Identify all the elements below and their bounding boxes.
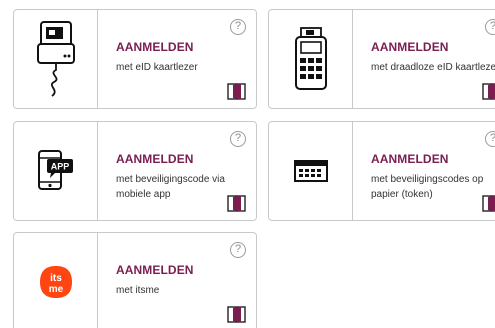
app-badge-text: APP <box>50 162 69 172</box>
login-wireless-card-reader-card[interactable]: AANMELDEN met draadloze eID kaartlezer ? <box>268 9 495 109</box>
icon-area <box>269 10 353 108</box>
login-door-icon <box>227 195 246 212</box>
login-door-icon <box>227 306 246 323</box>
card-title: AANMELDEN <box>371 152 449 166</box>
paper-token-icon <box>293 160 328 182</box>
help-button[interactable]: ? <box>230 19 246 35</box>
icon-area <box>14 10 98 108</box>
svg-text:its: its <box>50 273 62 284</box>
card-subtitle: met draadloze eID kaartlezer <box>371 62 495 73</box>
login-mobile-app-card[interactable]: APP AANMELDEN met beveiligingscode via m… <box>13 121 257 221</box>
card-title: AANMELDEN <box>116 152 194 166</box>
card-subtitle: met eID kaartlezer <box>116 62 198 73</box>
eid-card-reader-icon <box>36 21 75 97</box>
card-title: AANMELDEN <box>371 40 449 54</box>
login-options-page: AANMELDEN met eID kaartlezer ? AANMELDEN… <box>0 0 495 328</box>
itsme-logo-icon: its me <box>39 266 72 298</box>
help-button[interactable]: ? <box>485 19 495 35</box>
card-title: AANMELDEN <box>116 40 194 54</box>
login-eid-card-reader-card[interactable]: AANMELDEN met eID kaartlezer ? <box>13 9 257 109</box>
login-door-icon <box>482 83 495 100</box>
card-subtitle: met itsme <box>116 285 160 296</box>
help-button[interactable]: ? <box>485 131 495 147</box>
svg-text:me: me <box>48 284 63 295</box>
icon-area: its me <box>14 233 98 328</box>
login-paper-token-card[interactable]: AANMELDEN met beveiligingscodes op papie… <box>268 121 495 221</box>
help-button[interactable]: ? <box>230 242 246 258</box>
mobile-app-icon: APP <box>37 150 73 190</box>
login-itsme-card[interactable]: its me AANMELDEN met itsme ? <box>13 232 257 328</box>
icon-area: APP <box>14 122 98 220</box>
icon-area <box>269 122 353 220</box>
card-title: AANMELDEN <box>116 263 194 277</box>
login-door-icon <box>482 195 495 212</box>
card-subtitle: met beveiligingscodes op papier (token) <box>371 174 484 200</box>
login-door-icon <box>227 83 246 100</box>
wireless-card-reader-icon <box>294 27 327 90</box>
help-button[interactable]: ? <box>230 131 246 147</box>
